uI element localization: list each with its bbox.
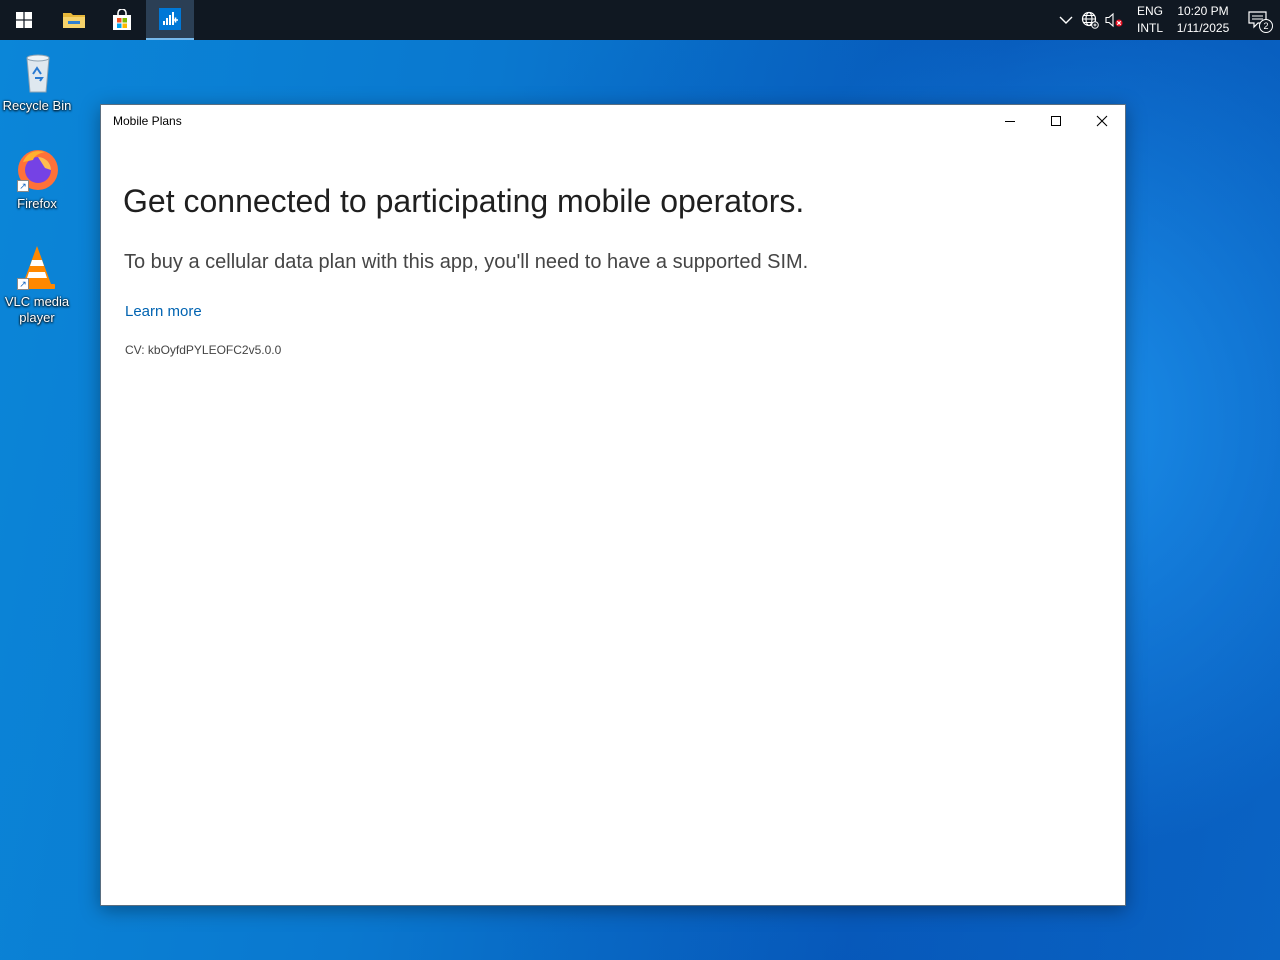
maximize-button[interactable] <box>1033 105 1079 137</box>
minimize-button[interactable] <box>987 105 1033 137</box>
correlation-vector-text: CV: kbOyfdPYLEOFC2v5.0.0 <box>125 343 282 357</box>
page-headline: Get connected to participating mobile op… <box>123 183 805 219</box>
desktop-icon-recycle-bin[interactable]: Recycle Bin <box>0 48 74 114</box>
network-button[interactable] <box>1078 0 1102 40</box>
volume-muted-icon <box>1105 12 1123 28</box>
notification-count-badge: 2 <box>1259 19 1273 33</box>
shortcut-arrow-icon: ↗ <box>17 180 29 192</box>
window-title: Mobile Plans <box>113 114 182 128</box>
recycle-bin-icon <box>26 54 50 93</box>
mobile-plans-icon <box>159 8 181 30</box>
minimize-icon <box>1005 121 1015 122</box>
close-icon <box>1096 115 1108 127</box>
taskbar: ENG INTL 10:20 PM 1/11/2025 2 <box>0 0 1280 40</box>
microsoft-store-button[interactable] <box>98 0 146 40</box>
desktop-icon-label: Recycle Bin <box>2 98 72 113</box>
desktop-icon-label: Firefox <box>17 196 57 211</box>
network-globe-icon <box>1081 11 1099 29</box>
action-center-button[interactable]: 2 <box>1236 0 1280 40</box>
windows-logo-icon <box>16 12 32 28</box>
desktop-icon-vlc[interactable]: ↗ VLC media player <box>0 244 74 326</box>
window-titlebar[interactable]: Mobile Plans <box>101 105 1125 137</box>
keyboard-layout: INTL <box>1136 21 1163 35</box>
learn-more-link[interactable]: Learn more <box>125 303 202 320</box>
clock-time: 10:20 PM <box>1177 4 1229 18</box>
file-explorer-button[interactable] <box>50 0 98 40</box>
desktop-icon-firefox[interactable]: ↗ Firefox <box>0 146 74 212</box>
desktop-icon-label: VLC media player <box>4 294 70 325</box>
language-code: ENG <box>1136 4 1163 18</box>
chevron-up-icon <box>1059 16 1073 24</box>
shortcut-arrow-icon: ↗ <box>17 278 29 290</box>
volume-button[interactable] <box>1102 0 1126 40</box>
sim-requirement-text: To buy a cellular data plan with this ap… <box>124 251 809 273</box>
start-button[interactable] <box>0 0 48 40</box>
maximize-icon <box>1051 116 1061 126</box>
folder-icon <box>63 13 85 28</box>
mobile-plans-window: Mobile Plans Get connected to participat… <box>100 104 1126 906</box>
clock[interactable]: 10:20 PM 1/11/2025 <box>1170 3 1236 37</box>
mobile-plans-taskbar-button[interactable] <box>146 0 194 40</box>
input-language-indicator[interactable]: ENG INTL <box>1132 3 1168 37</box>
store-bag-icon <box>113 9 131 30</box>
clock-date: 1/11/2025 <box>1176 21 1230 35</box>
show-hidden-icons-button[interactable] <box>1054 0 1078 40</box>
system-tray: ENG INTL 10:20 PM 1/11/2025 2 <box>1054 0 1280 40</box>
close-button[interactable] <box>1079 105 1125 137</box>
